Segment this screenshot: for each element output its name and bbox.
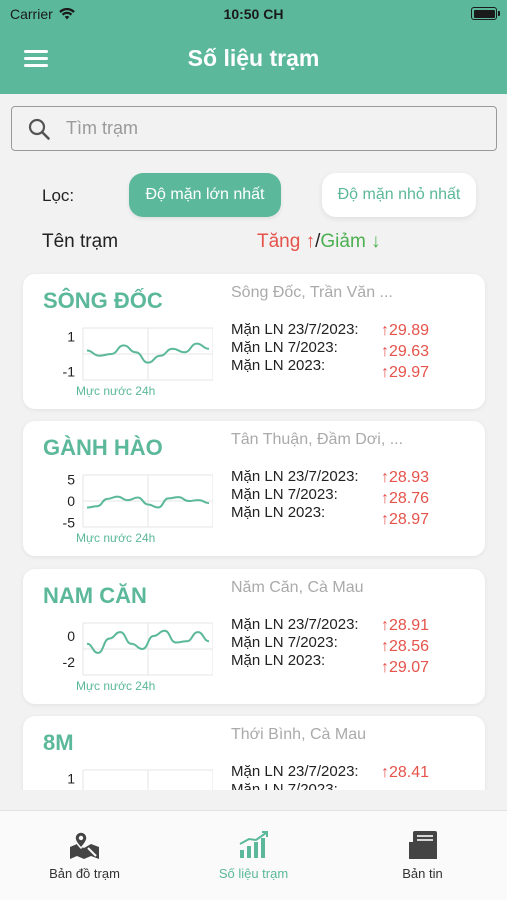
status-bar: Carrier 10:50 CH: [0, 6, 507, 24]
chart-caption: Mực nước 24h: [76, 679, 156, 693]
filter-min-salinity-button[interactable]: Độ mặn nhỏ nhất: [322, 173, 476, 217]
chart-grid: [82, 327, 213, 381]
salinity-metrics: Mặn LN 23/7/2023: ↑28.41 Mặn LN 7/2023:: [231, 763, 471, 790]
sort-ascending-button[interactable]: Tăng ↑: [257, 231, 315, 252]
metric-row: Mặn LN 7/2023:: [231, 781, 471, 790]
station-name-column-header: Tên trạm: [42, 231, 119, 252]
station-card[interactable]: 8M Thới Bình, Cà Mau 1 Mặn LN 23/7/2023:…: [23, 716, 485, 790]
clock: 10:50 CH: [223, 6, 284, 22]
bottom-tab-bar: Bản đồ trạm Số liệu trạm Bản tin: [0, 810, 507, 900]
page-title: Số liệu trạm: [187, 45, 320, 71]
metric-label: Mặn LN 7/2023:: [231, 781, 338, 790]
metric-value: ↑29.07: [381, 659, 430, 676]
station-card[interactable]: GÀNH HÀO Tân Thuận, Đầm Dơi, ... 5 0 -5 Mự…: [23, 421, 485, 556]
metric-label: Mặn LN 23/7/2023:: [231, 616, 359, 633]
metric-label: Mặn LN 23/7/2023:: [231, 763, 359, 780]
y-tick-label: 1: [67, 329, 75, 345]
battery-icon: [471, 7, 500, 20]
y-tick-label: 5: [67, 471, 75, 487]
y-tick-label: 0: [67, 628, 75, 644]
metric-row: Mặn LN 23/7/2023: ↑28.93: [231, 468, 471, 486]
sort-toggle: Tăng ↑/Giảm ↓: [257, 231, 381, 253]
chart-caption: Mực nước 24h: [76, 531, 156, 545]
water-level-chart: 1: [67, 769, 213, 790]
newspaper-icon: [408, 831, 437, 859]
station-list[interactable]: SÔNG ĐỐC Sông Đốc, Trần Văn ... 1 -1 Mực …: [0, 262, 507, 790]
station-card[interactable]: SÔNG ĐỐC Sông Đốc, Trần Văn ... 1 -1 Mực …: [23, 274, 485, 409]
search-input[interactable]: [66, 118, 446, 139]
salinity-metrics: Mặn LN 23/7/2023: ↑28.93 Mặn LN 7/2023: ↑2…: [231, 468, 471, 528]
y-tick-label: -5: [63, 515, 76, 531]
metric-row: Mặn LN 23/7/2023: ↑28.91: [231, 616, 471, 634]
search-icon: [28, 118, 50, 140]
station-location: Thới Bình, Cà Mau: [231, 726, 366, 743]
tab-label: Bản tin: [402, 866, 443, 881]
y-tick-label: 1: [67, 771, 75, 787]
station-name: 8M: [43, 730, 74, 755]
metric-value: ↑28.93: [381, 469, 430, 486]
water-level-chart: 1 -1: [63, 327, 213, 381]
chart-caption: Mực nước 24h: [76, 384, 156, 398]
y-tick-label: -1: [63, 363, 76, 379]
metric-label: Mặn LN 7/2023:: [231, 634, 338, 651]
chart-grid: [82, 769, 213, 790]
metric-value: ↑29.89: [381, 322, 430, 339]
metric-value: ↑29.97: [381, 364, 430, 381]
map-pin-icon: [69, 831, 99, 859]
metric-row: Mặn LN 2023: ↑29.97: [231, 357, 471, 381]
station-name: NAM CĂN: [43, 583, 147, 608]
sort-descending-button[interactable]: Giảm ↓: [320, 231, 380, 252]
metric-label: Mặn LN 2023:: [231, 357, 326, 374]
signal-bars-icon: [239, 831, 268, 858]
filter-label: Lọc:: [42, 186, 75, 205]
metric-label: Mặn LN 2023:: [231, 652, 326, 669]
metric-row: Mặn LN 2023: ↑28.97: [231, 504, 471, 528]
station-name: SÔNG ĐỐC: [43, 288, 163, 313]
y-tick-label: -2: [63, 654, 76, 670]
metric-row: Mặn LN 7/2023: ↑28.76: [231, 486, 471, 507]
metric-row: Mặn LN 23/7/2023: ↑29.89: [231, 321, 471, 339]
metric-label: Mặn LN 2023:: [231, 504, 326, 521]
metric-value: ↑28.97: [381, 511, 430, 528]
metric-row: Mặn LN 2023: ↑29.07: [231, 652, 471, 676]
app-header: Carrier 10:50 CH Số liệu trạm: [0, 0, 507, 94]
station-name: GÀNH HÀO: [43, 435, 163, 460]
salinity-metrics: Mặn LN 23/7/2023: ↑28.91 Mặn LN 7/2023: ↑2…: [231, 616, 471, 676]
station-location: Tân Thuận, Đầm Dơi, ...: [231, 431, 404, 448]
tab-label: Số liệu trạm: [218, 866, 289, 881]
tab-station-data[interactable]: Số liệu trạm: [169, 811, 338, 900]
metric-label: Mặn LN 23/7/2023:: [231, 321, 359, 338]
y-tick-label: 0: [67, 493, 75, 509]
tab-station-map[interactable]: Bản đồ trạm: [0, 811, 169, 900]
metric-value: ↑28.91: [381, 617, 430, 634]
metric-value: ↑28.41: [381, 764, 430, 781]
water-level-chart: 5 0 -5: [63, 471, 213, 531]
filter-max-salinity-button[interactable]: Độ mặn lớn nhất: [129, 173, 281, 217]
station-card[interactable]: NAM CĂN Năm Căn, Cà Mau 0 -2 Mực nước 24h…: [23, 569, 485, 704]
search-bar[interactable]: [11, 106, 497, 151]
metric-label: Mặn LN 7/2023:: [231, 486, 338, 503]
salinity-metrics: Mặn LN 23/7/2023: ↑29.89 Mặn LN 7/2023: ↑2…: [231, 321, 471, 381]
metric-row: Mặn LN 7/2023: ↑29.63: [231, 339, 471, 360]
metric-label: Mặn LN 7/2023:: [231, 339, 338, 356]
metric-label: Mặn LN 23/7/2023:: [231, 468, 359, 485]
station-location: Năm Căn, Cà Mau: [231, 579, 364, 596]
metric-row: Mặn LN 7/2023: ↑28.56: [231, 634, 471, 655]
tab-label: Bản đồ trạm: [49, 866, 120, 881]
station-location: Sông Đốc, Trần Văn ...: [231, 284, 393, 301]
metric-row: Mặn LN 23/7/2023: ↑28.41: [231, 763, 471, 781]
tab-news[interactable]: Bản tin: [338, 811, 507, 900]
water-level-chart: 0 -2: [63, 622, 213, 676]
